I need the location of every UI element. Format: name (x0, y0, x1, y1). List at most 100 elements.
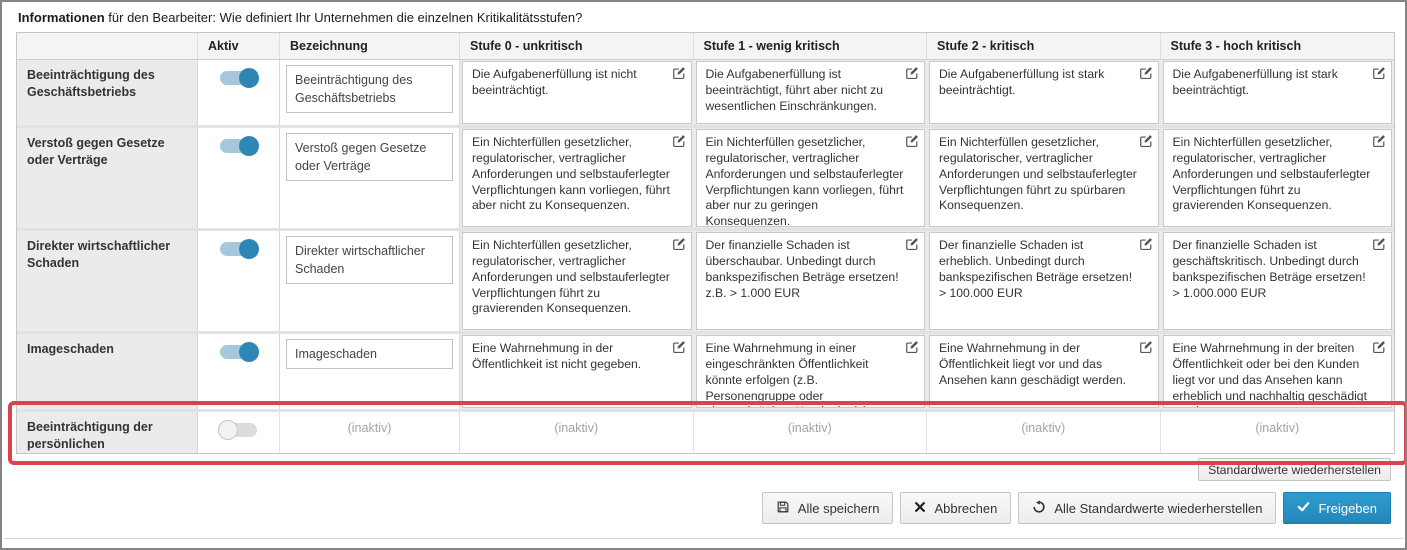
bezeichnung-input[interactable]: Beeinträchtigung des Geschäftsbetriebs (286, 65, 453, 113)
bezeichnung-cell-inactive: (inaktiv) (280, 412, 460, 453)
stufe3-cell: Ein Nichterfüllen gesetzlicher, regulato… (1161, 128, 1395, 228)
restore-defaults-button[interactable]: Standardwerte wiederherstellen (1198, 458, 1391, 481)
stufe-text: Eine Wahrnehmung in der Öffentlichkeit l… (939, 341, 1126, 387)
row-label: Beeinträchtigung des Geschäftsbetriebs (17, 60, 198, 125)
bezeichnung-input[interactable]: Direkter wirtschaftlicher Schaden (286, 236, 453, 284)
active-toggle[interactable] (220, 345, 257, 359)
criticality-config-screen: Informationen für den Bearbeiter: Wie de… (0, 0, 1407, 550)
info-label-bold: Informationen (18, 10, 105, 25)
stufe-textbox: Eine Wahrnehmung in der Öffentlichkeit l… (929, 335, 1159, 408)
check-icon (1297, 500, 1310, 516)
save-all-label: Alle speichern (798, 501, 880, 516)
stufe3-cell-inactive: (inaktiv) (1161, 412, 1395, 453)
stufe0-cell: Eine Wahrnehmung in der Öffentlichkeit i… (460, 334, 694, 409)
edit-icon[interactable] (1139, 237, 1153, 251)
active-toggle[interactable] (220, 242, 257, 256)
stufe3-cell: Eine Wahrnehmung in der breiten Öffentli… (1161, 334, 1395, 409)
active-toggle[interactable] (220, 71, 257, 85)
stufe-text: Der finanzielle Schaden ist überschaubar… (706, 238, 899, 300)
stufe1-cell: Eine Wahrnehmung in einer eingeschränkte… (694, 334, 928, 409)
criticality-table: Aktiv Bezeichnung Stufe 0 - unkritisch S… (16, 32, 1395, 454)
action-button-bar: Alle speichern Abbrechen Alle Standardwe… (762, 492, 1391, 524)
undo-icon (1032, 500, 1046, 517)
stufe-textbox: Der finanzielle Schaden ist geschäftskri… (1163, 232, 1393, 330)
stufe-textbox: Die Aufgabenerfüllung ist nicht beeinträ… (462, 61, 692, 124)
toggle-knob-icon (239, 136, 259, 156)
edit-icon[interactable] (672, 237, 686, 251)
cancel-label: Abbrechen (934, 501, 997, 516)
stufe0-cell: Ein Nichterfüllen gesetzlicher, regulato… (460, 128, 694, 228)
stufe-textbox: Ein Nichterfüllen gesetzlicher, regulato… (462, 232, 692, 330)
active-toggle[interactable] (220, 139, 257, 153)
cancel-button[interactable]: Abbrechen (900, 492, 1011, 524)
edit-icon[interactable] (672, 66, 686, 80)
active-toggle[interactable] (220, 423, 257, 437)
table-header-row: Aktiv Bezeichnung Stufe 0 - unkritisch S… (17, 33, 1394, 60)
edit-icon[interactable] (1372, 340, 1386, 354)
stufe1-cell-inactive: (inaktiv) (694, 412, 928, 453)
header-bezeichnung: Bezeichnung (280, 33, 460, 59)
stufe-textbox: Der finanzielle Schaden ist erheblich. U… (929, 232, 1159, 330)
header-aktiv: Aktiv (198, 33, 280, 59)
active-cell (198, 231, 280, 331)
edit-icon[interactable] (672, 340, 686, 354)
save-all-button[interactable]: Alle speichern (762, 492, 894, 524)
edit-icon[interactable] (905, 237, 919, 251)
active-cell (198, 334, 280, 409)
stufe-text: Eine Wahrnehmung in der breiten Öffentli… (1173, 341, 1367, 408)
header-stufe-1: Stufe 1 - wenig kritisch (694, 33, 928, 59)
edit-icon[interactable] (1139, 66, 1153, 80)
toggle-knob-icon (239, 68, 259, 88)
bezeichnung-cell: Beeinträchtigung des Geschäftsbetriebs (280, 60, 460, 125)
edit-icon[interactable] (1372, 134, 1386, 148)
edit-icon[interactable] (1372, 237, 1386, 251)
edit-icon[interactable] (905, 134, 919, 148)
stufe-textbox: Eine Wahrnehmung in einer eingeschränkte… (696, 335, 926, 408)
footer-divider (4, 538, 1403, 539)
stufe-textbox: Die Aufgabenerfüllung ist stark beeinträ… (929, 61, 1159, 124)
stufe-textbox: Die Aufgabenerfüllung ist beeinträchtigt… (696, 61, 926, 124)
stufe-text: Eine Wahrnehmung in der Öffentlichkeit i… (472, 341, 641, 371)
bezeichnung-input[interactable]: Verstoß gegen Gesetze oder Verträge (286, 133, 453, 181)
table-row: Direkter wirtschaftlicher Schaden Direkt… (17, 228, 1394, 331)
stufe-text: Ein Nichterfüllen gesetzlicher, regulato… (939, 135, 1137, 212)
release-label: Freigeben (1318, 501, 1377, 516)
toggle-knob-icon (239, 342, 259, 362)
edit-icon[interactable] (905, 66, 919, 80)
stufe2-cell: Der finanzielle Schaden ist erheblich. U… (927, 231, 1161, 331)
row-label: Direkter wirtschaftlicher Schaden (17, 231, 198, 331)
stufe2-cell-inactive: (inaktiv) (927, 412, 1161, 453)
stufe-textbox: Ein Nichterfüllen gesetzlicher, regulato… (696, 129, 926, 227)
release-button[interactable]: Freigeben (1283, 492, 1391, 524)
stufe1-cell: Die Aufgabenerfüllung ist beeinträchtigt… (694, 60, 928, 125)
table-row: Verstoß gegen Gesetze oder Verträge Vers… (17, 125, 1394, 228)
info-label-rest: für den Bearbeiter: Wie definiert Ihr Un… (105, 10, 583, 25)
restore-all-defaults-button[interactable]: Alle Standardwerte wiederherstellen (1018, 492, 1276, 524)
bezeichnung-input[interactable]: Imageschaden (286, 339, 453, 369)
header-stufe-2: Stufe 2 - kritisch (927, 33, 1161, 59)
table-row: Beeinträchtigung des Geschäftsbetriebs B… (17, 60, 1394, 125)
edit-icon[interactable] (672, 134, 686, 148)
stufe-text: Die Aufgabenerfüllung ist beeinträchtigt… (706, 67, 884, 113)
row-label: Beeinträchtigung der persönlichen Unvers… (17, 412, 198, 453)
stufe3-cell: Der finanzielle Schaden ist geschäftskri… (1161, 231, 1395, 331)
edit-icon[interactable] (905, 340, 919, 354)
stufe-text: Die Aufgabenerfüllung ist stark beeinträ… (939, 67, 1104, 97)
edit-icon[interactable] (1139, 134, 1153, 148)
stufe-textbox: Eine Wahrnehmung in der breiten Öffentli… (1163, 335, 1393, 408)
stufe-textbox: Die Aufgabenerfüllung ist stark beeinträ… (1163, 61, 1393, 124)
stufe0-cell: Ein Nichterfüllen gesetzlicher, regulato… (460, 231, 694, 331)
stufe3-cell: Die Aufgabenerfüllung ist stark beeinträ… (1161, 60, 1395, 125)
row-label: Imageschaden (17, 334, 198, 409)
edit-icon[interactable] (1139, 340, 1153, 354)
row-label: Verstoß gegen Gesetze oder Verträge (17, 128, 198, 228)
stufe-text: Ein Nichterfüllen gesetzlicher, regulato… (472, 135, 670, 212)
stufe2-cell: Eine Wahrnehmung in der Öffentlichkeit l… (927, 334, 1161, 409)
table-row-inactive: Beeinträchtigung der persönlichen Unvers… (17, 409, 1394, 453)
toggle-knob-icon (239, 239, 259, 259)
edit-icon[interactable] (1372, 66, 1386, 80)
stufe-textbox: Eine Wahrnehmung in der Öffentlichkeit i… (462, 335, 692, 408)
stufe-text: Eine Wahrnehmung in einer eingeschränkte… (706, 341, 871, 408)
stufe-textbox: Ein Nichterfüllen gesetzlicher, regulato… (929, 129, 1159, 227)
bezeichnung-cell: Verstoß gegen Gesetze oder Verträge (280, 128, 460, 228)
